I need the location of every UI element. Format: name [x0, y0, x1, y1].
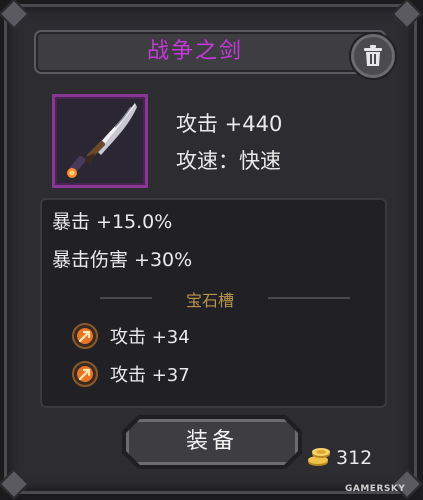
gem-slot-label: 攻击 +37 — [110, 365, 190, 386]
delete-button[interactable] — [351, 34, 395, 78]
item-icon-frame — [52, 94, 148, 188]
corner-ornament — [391, 0, 423, 30]
watermark: GAMERSKY — [345, 484, 406, 494]
gold-coins-icon — [308, 448, 330, 466]
corner-ornament — [0, 468, 30, 500]
item-attack-speed-stat: 攻速：快速 — [176, 149, 281, 173]
divider — [268, 297, 350, 299]
gem-slots-title: 宝石槽 — [185, 291, 234, 310]
item-title-bar: 战争之剑 — [34, 30, 386, 74]
arrow-gem-icon — [72, 323, 98, 349]
price-amount: 312 — [336, 447, 373, 469]
curved-sword-icon — [67, 103, 137, 178]
trash-icon — [364, 45, 382, 66]
gem-slot-label: 攻击 +34 — [110, 327, 190, 348]
arrow-gem-icon — [72, 361, 98, 387]
divider — [100, 297, 152, 299]
equip-button[interactable]: 装备 — [126, 419, 298, 465]
corner-ornament — [0, 0, 30, 30]
item-name: 战争之剑 — [146, 39, 243, 64]
crit-stat: 暴击 +15.0% — [52, 211, 173, 233]
crit-damage-stat: 暴击伤害 +30% — [52, 249, 193, 271]
item-attack-stat: 攻击 +440 — [176, 112, 283, 136]
